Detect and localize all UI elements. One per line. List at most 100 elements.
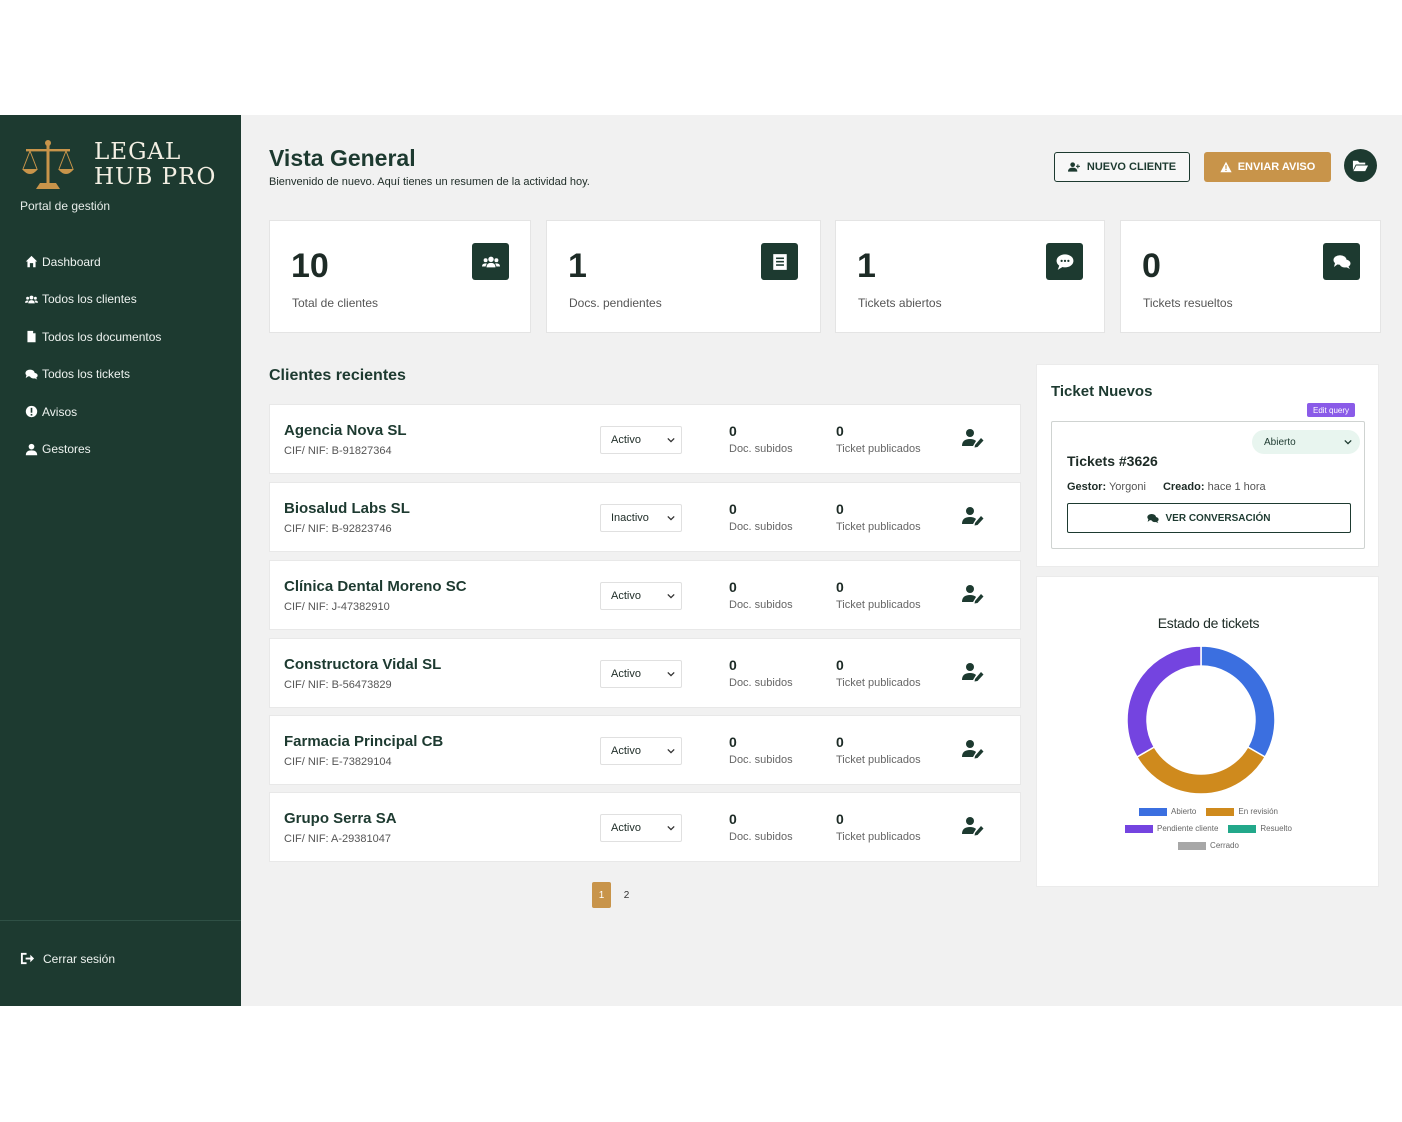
user-edit-icon[interactable] <box>962 506 984 528</box>
client-status-select[interactable]: Inactivo <box>600 504 682 532</box>
client-name[interactable]: Grupo Serra SA <box>284 810 397 827</box>
tickets-metric: 0 Ticket publicados <box>836 657 921 689</box>
client-status-select[interactable]: Activo <box>600 737 682 765</box>
ticket-card: Abierto Tickets #3626 Gestor: Yorgoni Cr… <box>1051 421 1365 549</box>
client-status-value: Activo <box>611 434 641 446</box>
brand-line-1: LEGAL <box>94 139 182 165</box>
user-edit-icon[interactable] <box>962 662 984 684</box>
client-name[interactable]: Clínica Dental Moreno SC <box>284 578 467 595</box>
client-row[interactable]: Farmacia Principal CB CIF/ NIF: E-7382910… <box>269 715 1021 785</box>
docs-label: Doc. subidos <box>729 831 793 843</box>
stat-card-resolved-tickets: 0 Tickets resueltos <box>1120 220 1381 333</box>
ticket-status-select[interactable]: Abierto <box>1252 430 1360 454</box>
edit-query-badge[interactable]: Edit query <box>1307 403 1355 417</box>
new-client-button[interactable]: NUEVO CLIENTE <box>1054 152 1190 182</box>
docs-label: Doc. subidos <box>729 599 793 611</box>
legend-item[interactable]: Resuelto <box>1228 824 1292 833</box>
docs-count: 0 <box>729 579 737 595</box>
client-row[interactable]: Biosalud Labs SL CIF/ NIF: B-92823746 Inac… <box>269 482 1021 552</box>
sidebar-item-dashboard[interactable]: Dashboard <box>24 243 161 281</box>
user-edit-icon[interactable] <box>962 739 984 761</box>
tickets-metric: 0 Ticket publicados <box>836 501 921 533</box>
tickets-count: 0 <box>836 734 844 750</box>
client-status-select[interactable]: Activo <box>600 426 682 454</box>
chevron-down-icon <box>667 437 675 443</box>
docs-count: 0 <box>729 734 737 750</box>
folder-open-icon <box>1352 160 1369 172</box>
legend-item[interactable]: Abierto <box>1139 807 1196 816</box>
sidebar-item-label: Dashboard <box>42 254 101 269</box>
client-name[interactable]: Biosalud Labs SL <box>284 500 410 517</box>
sidebar-item-documents[interactable]: Todos los documentos <box>24 318 161 356</box>
stat-value: 1 <box>857 247 876 285</box>
donut-slice-abierto[interactable] <box>1200 645 1276 759</box>
legend-row: Pendiente cliente Resuelto <box>1037 820 1380 837</box>
donut-chart <box>1126 645 1276 795</box>
file-icon <box>24 330 38 344</box>
created-value: hace 1 hora <box>1207 481 1266 493</box>
legend-swatch <box>1228 824 1257 833</box>
client-status-select[interactable]: Activo <box>600 660 682 688</box>
client-row[interactable]: Clínica Dental Moreno SC CIF/ NIF: J-4738… <box>269 560 1021 630</box>
new-client-label: NUEVO CLIENTE <box>1086 161 1177 173</box>
client-row[interactable]: Agencia Nova SL CIF/ NIF: B-91827364 Activ… <box>269 404 1021 474</box>
legend-item[interactable]: En revisión <box>1206 807 1278 816</box>
alert-icon <box>24 405 38 419</box>
client-nif: CIF/ NIF: B-56473829 <box>284 679 392 691</box>
sidebar-item-notices[interactable]: Avisos <box>24 393 161 431</box>
user-edit-icon[interactable] <box>962 428 984 450</box>
client-name[interactable]: Farmacia Principal CB <box>284 733 443 750</box>
client-status-select[interactable]: Activo <box>600 582 682 610</box>
pagination: 1 2 <box>592 882 636 908</box>
chevron-down-icon <box>667 748 675 754</box>
client-name[interactable]: Constructora Vidal SL <box>284 656 441 673</box>
sidebar-item-label: Avisos <box>42 404 78 419</box>
logout-button[interactable]: Cerrar sesión <box>20 951 115 966</box>
docs-label: Doc. subidos <box>729 521 793 533</box>
legend-label: Resuelto <box>1260 824 1292 833</box>
sidebar: LEGAL HUB PRO Portal de gestión Dashboar… <box>0 115 241 1006</box>
user-edit-icon[interactable] <box>962 816 984 838</box>
docs-label: Doc. subidos <box>729 443 793 455</box>
sidebar-item-label: Gestores <box>42 442 91 457</box>
brand-logo[interactable]: LEGAL HUB PRO <box>20 137 216 193</box>
user-edit-icon[interactable] <box>962 584 984 606</box>
sidebar-item-managers[interactable]: Gestores <box>24 431 161 469</box>
tickets-label: Ticket publicados <box>836 443 921 455</box>
sidebar-item-tickets[interactable]: Todos los tickets <box>24 356 161 394</box>
page-button-2[interactable]: 2 <box>617 882 636 908</box>
client-name[interactable]: Agencia Nova SL <box>284 422 407 439</box>
legend-row: Abierto En revisión <box>1037 803 1380 820</box>
stat-label: Tickets abiertos <box>858 296 942 310</box>
stat-label: Tickets resueltos <box>1143 296 1233 310</box>
sidebar-item-clients[interactable]: Todos los clientes <box>24 281 161 319</box>
view-conversation-button[interactable]: VER CONVERSACIÓN <box>1067 503 1351 533</box>
page-button-1[interactable]: 1 <box>592 882 611 908</box>
client-row[interactable]: Grupo Serra SA CIF/ NIF: A-29381047 Activo… <box>269 792 1021 862</box>
docs-count: 0 <box>729 811 737 827</box>
stat-value: 0 <box>1142 247 1161 285</box>
stat-card-total-clients: 10 Total de clientes <box>269 220 531 333</box>
legend-label: Pendiente cliente <box>1157 824 1219 833</box>
donut-slice-en-revision[interactable] <box>1135 745 1267 795</box>
docs-metric: 0 Doc. subidos <box>729 501 793 533</box>
docs-metric: 0 Doc. subidos <box>729 657 793 689</box>
legend-item[interactable]: Pendiente cliente <box>1125 824 1218 833</box>
tickets-label: Ticket publicados <box>836 599 921 611</box>
stat-card-open-tickets: 1 Tickets abiertos <box>835 220 1105 333</box>
manager-value: Yorgoni <box>1108 481 1146 493</box>
client-status-select[interactable]: Activo <box>600 814 682 842</box>
docs-metric: 0 Doc. subidos <box>729 579 793 611</box>
legend-item[interactable]: Cerrado <box>1178 841 1239 850</box>
donut-slice-pendiente-cliente[interactable] <box>1126 645 1202 759</box>
send-notice-button[interactable]: ENVIAR AVISO <box>1204 152 1331 182</box>
docs-label: Doc. subidos <box>729 754 793 766</box>
comments-icon <box>1323 243 1360 280</box>
client-nif: CIF/ NIF: B-91827364 <box>284 445 392 457</box>
view-conversation-label: VER CONVERSACIÓN <box>1165 512 1271 524</box>
client-row[interactable]: Constructora Vidal SL CIF/ NIF: B-5647382… <box>269 638 1021 708</box>
document-icon <box>761 243 798 280</box>
folder-open-button[interactable] <box>1344 149 1377 182</box>
tickets-count: 0 <box>836 811 844 827</box>
docs-metric: 0 Doc. subidos <box>729 734 793 766</box>
